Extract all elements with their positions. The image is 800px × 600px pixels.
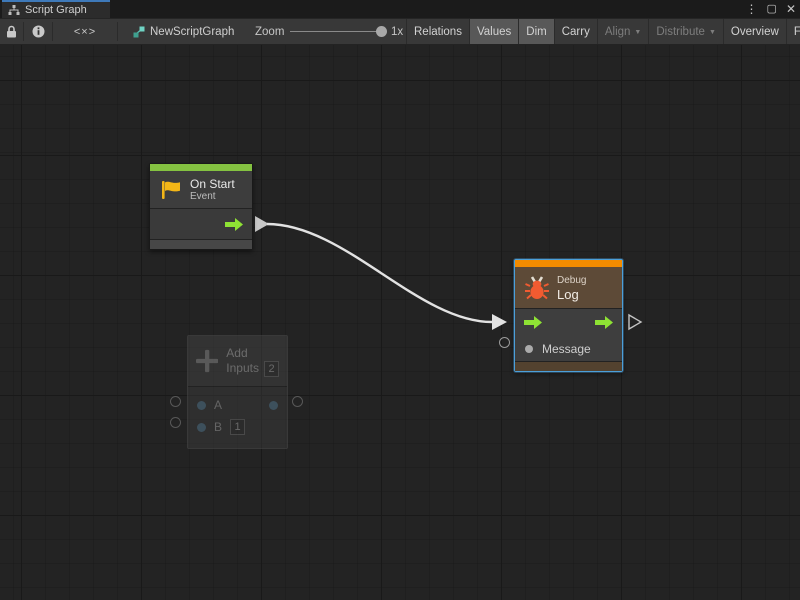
graph-toolbar: <×> NewScriptGraph Zoom 1x Relations Val… — [0, 18, 800, 45]
node-title: Log — [557, 287, 586, 302]
node-footer — [515, 362, 622, 371]
node-title: On Start — [190, 177, 235, 191]
zoom-slider-track[interactable] — [290, 31, 380, 32]
flow-input-port[interactable] — [524, 316, 542, 329]
node-category: Debug — [557, 274, 586, 287]
code-icon: <×> — [74, 26, 96, 38]
values-button[interactable]: Values — [469, 19, 518, 44]
output-connector[interactable] — [292, 396, 303, 407]
tab-title: Script Graph — [25, 4, 87, 16]
message-port-connector[interactable] — [499, 337, 510, 348]
flow-output-port[interactable] — [595, 316, 613, 329]
zoom-slider-handle[interactable] — [376, 26, 387, 37]
carry-button[interactable]: Carry — [554, 19, 597, 44]
flow-connection-wire[interactable] — [267, 224, 492, 322]
message-port-label: Message — [542, 342, 591, 356]
debug-accent-bar — [515, 260, 622, 267]
zoom-value: 1x — [391, 19, 403, 44]
graph-name-button[interactable]: NewScriptGraph — [133, 19, 234, 44]
toolbar-toggle-group: Relations Values Dim Carry Align ▼ Distr… — [406, 19, 800, 44]
port-a-label: A — [214, 398, 222, 412]
tab-script-graph[interactable]: Script Graph — [2, 0, 110, 18]
message-value-port[interactable] — [525, 345, 533, 353]
debug-log-node[interactable]: Debug Log Message — [514, 259, 623, 372]
code-preview-button[interactable]: <×> — [53, 19, 117, 44]
chevron-down-icon: ▼ — [709, 29, 716, 36]
input-port-a[interactable] — [197, 401, 206, 410]
close-icon[interactable]: ✕ — [786, 0, 796, 18]
distribute-dropdown[interactable]: Distribute ▼ — [648, 19, 723, 44]
script-graph-asset-icon — [133, 26, 145, 38]
flag-icon — [159, 179, 183, 201]
port-row-a: A — [188, 394, 287, 416]
script-graph-window: Script Graph ⋮ ▢ ✕ <×> — [0, 0, 800, 600]
window-menu-icon[interactable]: ⋮ — [746, 0, 758, 18]
node-title: Add — [226, 346, 279, 361]
plus-icon — [196, 348, 218, 374]
lock-icon — [6, 25, 17, 38]
dim-button[interactable]: Dim — [518, 19, 553, 44]
align-dropdown[interactable]: Align ▼ — [597, 19, 649, 44]
bug-icon — [524, 275, 550, 301]
port-b-value-field[interactable]: 1 — [230, 419, 245, 435]
inputs-count-field[interactable]: 2 — [264, 361, 279, 377]
graph-canvas[interactable]: On Start Event — [0, 45, 800, 600]
event-accent-bar — [150, 164, 252, 171]
port-b-label: B — [214, 420, 222, 434]
title-bar: Script Graph ⋮ ▢ ✕ — [0, 0, 800, 18]
output-port-sum[interactable] — [269, 401, 278, 410]
maximize-icon[interactable]: ▢ — [767, 0, 777, 18]
lock-button[interactable] — [0, 19, 23, 44]
port-row-b: B 1 — [188, 416, 287, 438]
wire-end-arrow — [492, 314, 507, 330]
fullscreen-button[interactable]: Full S — [786, 19, 800, 44]
graph-name-label: NewScriptGraph — [150, 26, 234, 38]
zoom-label: Zoom — [255, 19, 284, 44]
input-port-b[interactable] — [197, 423, 206, 432]
node-subtitle: Event — [190, 191, 235, 203]
chevron-down-icon: ▼ — [634, 29, 641, 36]
toolbar-separator — [117, 22, 118, 41]
add-node-ghost[interactable]: Add Inputs 2 A B 1 — [187, 335, 288, 449]
inputs-label: Inputs — [226, 361, 259, 376]
on-start-node[interactable]: On Start Event — [149, 163, 253, 250]
wire-start-arrow — [255, 216, 269, 232]
port-a-connector[interactable] — [170, 396, 181, 407]
info-button[interactable] — [24, 19, 52, 44]
debug-exit-port-outline[interactable] — [629, 315, 641, 329]
node-footer — [150, 240, 252, 249]
relations-button[interactable]: Relations — [406, 19, 469, 44]
graph-icon — [8, 5, 20, 16]
info-icon — [32, 25, 45, 38]
overview-button[interactable]: Overview — [723, 19, 786, 44]
trigger-output-port[interactable] — [225, 218, 243, 231]
port-b-connector[interactable] — [170, 417, 181, 428]
connection-layer — [0, 45, 800, 600]
